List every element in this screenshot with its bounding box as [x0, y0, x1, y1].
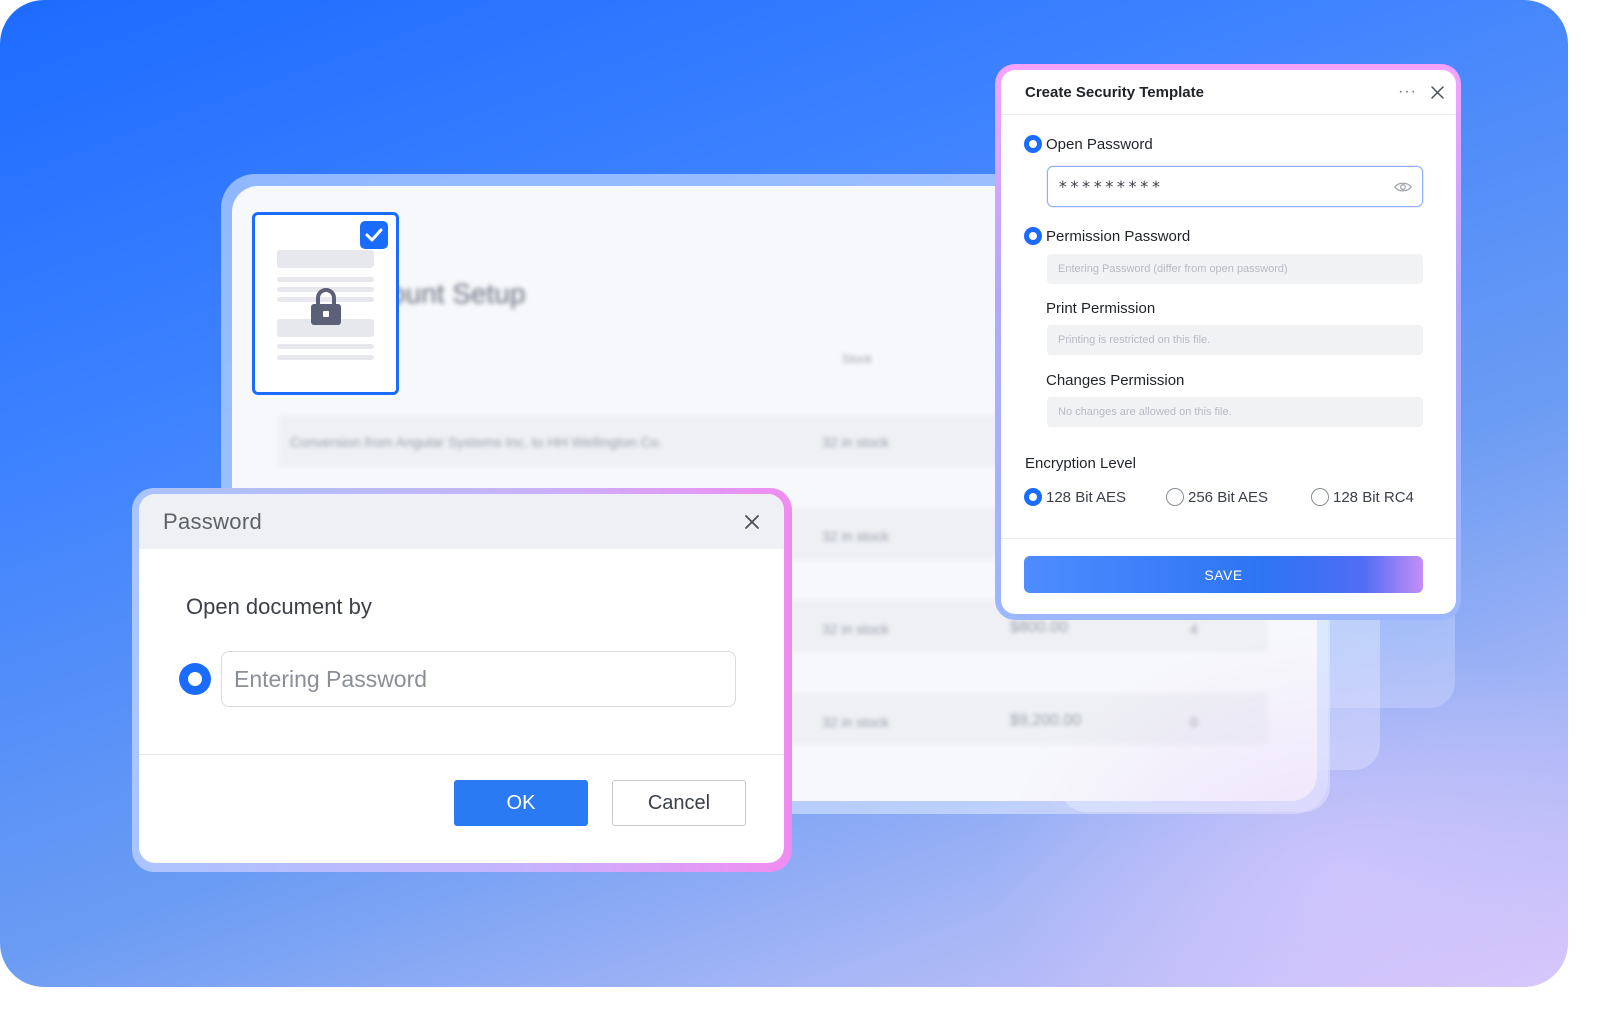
password-input[interactable]	[221, 651, 736, 707]
checkbox-checked-icon[interactable]	[360, 221, 388, 249]
changes-permission-label: Changes Permission	[1046, 372, 1185, 389]
eye-icon[interactable]	[1394, 181, 1412, 193]
security-template-header: Create Security Template ···	[1001, 70, 1456, 115]
divider	[139, 754, 784, 755]
permission-password-input[interactable]: Entering Password (differ from open pass…	[1047, 254, 1423, 284]
security-template-title: Create Security Template	[1025, 83, 1204, 101]
row-price: $9,200.00	[1010, 712, 1082, 729]
doc-line	[277, 277, 374, 282]
encryption-radio-128-rc4[interactable]	[1311, 488, 1329, 506]
close-icon[interactable]	[744, 514, 760, 530]
encryption-level-label: Encryption Level	[1025, 455, 1136, 472]
lock-icon	[310, 287, 342, 332]
row-stock: 32 in stock	[822, 434, 889, 450]
password-dialog: Password Open document by OK Cancel	[139, 494, 784, 863]
security-template-dialog: Create Security Template ··· Open Passwo…	[1001, 70, 1456, 614]
row-stock: 32 in stock	[822, 528, 889, 544]
open-password-field[interactable]: *********	[1047, 166, 1423, 207]
changes-permission-select[interactable]: No changes are allowed on this file.	[1047, 397, 1423, 427]
document-thumbnail[interactable]	[252, 212, 399, 395]
cancel-button[interactable]: Cancel	[612, 780, 746, 826]
permission-password-label: Permission Password	[1046, 228, 1191, 245]
close-icon[interactable]	[1431, 85, 1444, 99]
row-stock: 32 in stock	[822, 621, 889, 637]
divider	[1001, 538, 1456, 539]
ok-button[interactable]: OK	[454, 780, 588, 826]
encryption-radio-256-aes[interactable]	[1166, 488, 1184, 506]
background-canvas: ount Setup Stock Conversion from Angular…	[0, 0, 1568, 987]
background-page-title: ount Setup	[390, 278, 526, 309]
doc-line	[277, 355, 374, 360]
column-header: Stock	[842, 352, 873, 366]
open-password-value: *********	[1058, 177, 1163, 196]
row-description: Conversion from Angular Systems Inc. to …	[290, 434, 663, 450]
open-password-radio[interactable]	[1024, 135, 1042, 153]
print-permission-label: Print Permission	[1046, 300, 1156, 317]
print-permission-select[interactable]: Printing is restricted on this file.	[1047, 325, 1423, 355]
row-qty: 0	[1190, 714, 1198, 730]
row-qty: 4	[1190, 621, 1198, 637]
encryption-radio-128-aes[interactable]	[1024, 488, 1042, 506]
row-stock: 32 in stock	[822, 714, 889, 730]
row-price: $800.00	[1010, 619, 1068, 636]
password-dialog-header: Password	[139, 494, 784, 549]
encryption-option-label: 128 Bit AES	[1046, 489, 1127, 506]
open-password-radio[interactable]	[179, 663, 211, 695]
doc-line	[277, 344, 374, 349]
password-dialog-title: Password	[163, 508, 262, 534]
ellipsis-icon[interactable]: ···	[1398, 83, 1417, 101]
open-password-label: Open Password	[1046, 136, 1153, 153]
encryption-option-label: 256 Bit AES	[1188, 489, 1269, 506]
permission-password-radio[interactable]	[1024, 227, 1042, 245]
password-dialog-subtitle: Open document by	[186, 594, 372, 619]
encryption-option-label: 128 Bit RC4	[1333, 489, 1414, 506]
save-button[interactable]: SAVE	[1024, 556, 1423, 593]
doc-line	[277, 250, 374, 268]
